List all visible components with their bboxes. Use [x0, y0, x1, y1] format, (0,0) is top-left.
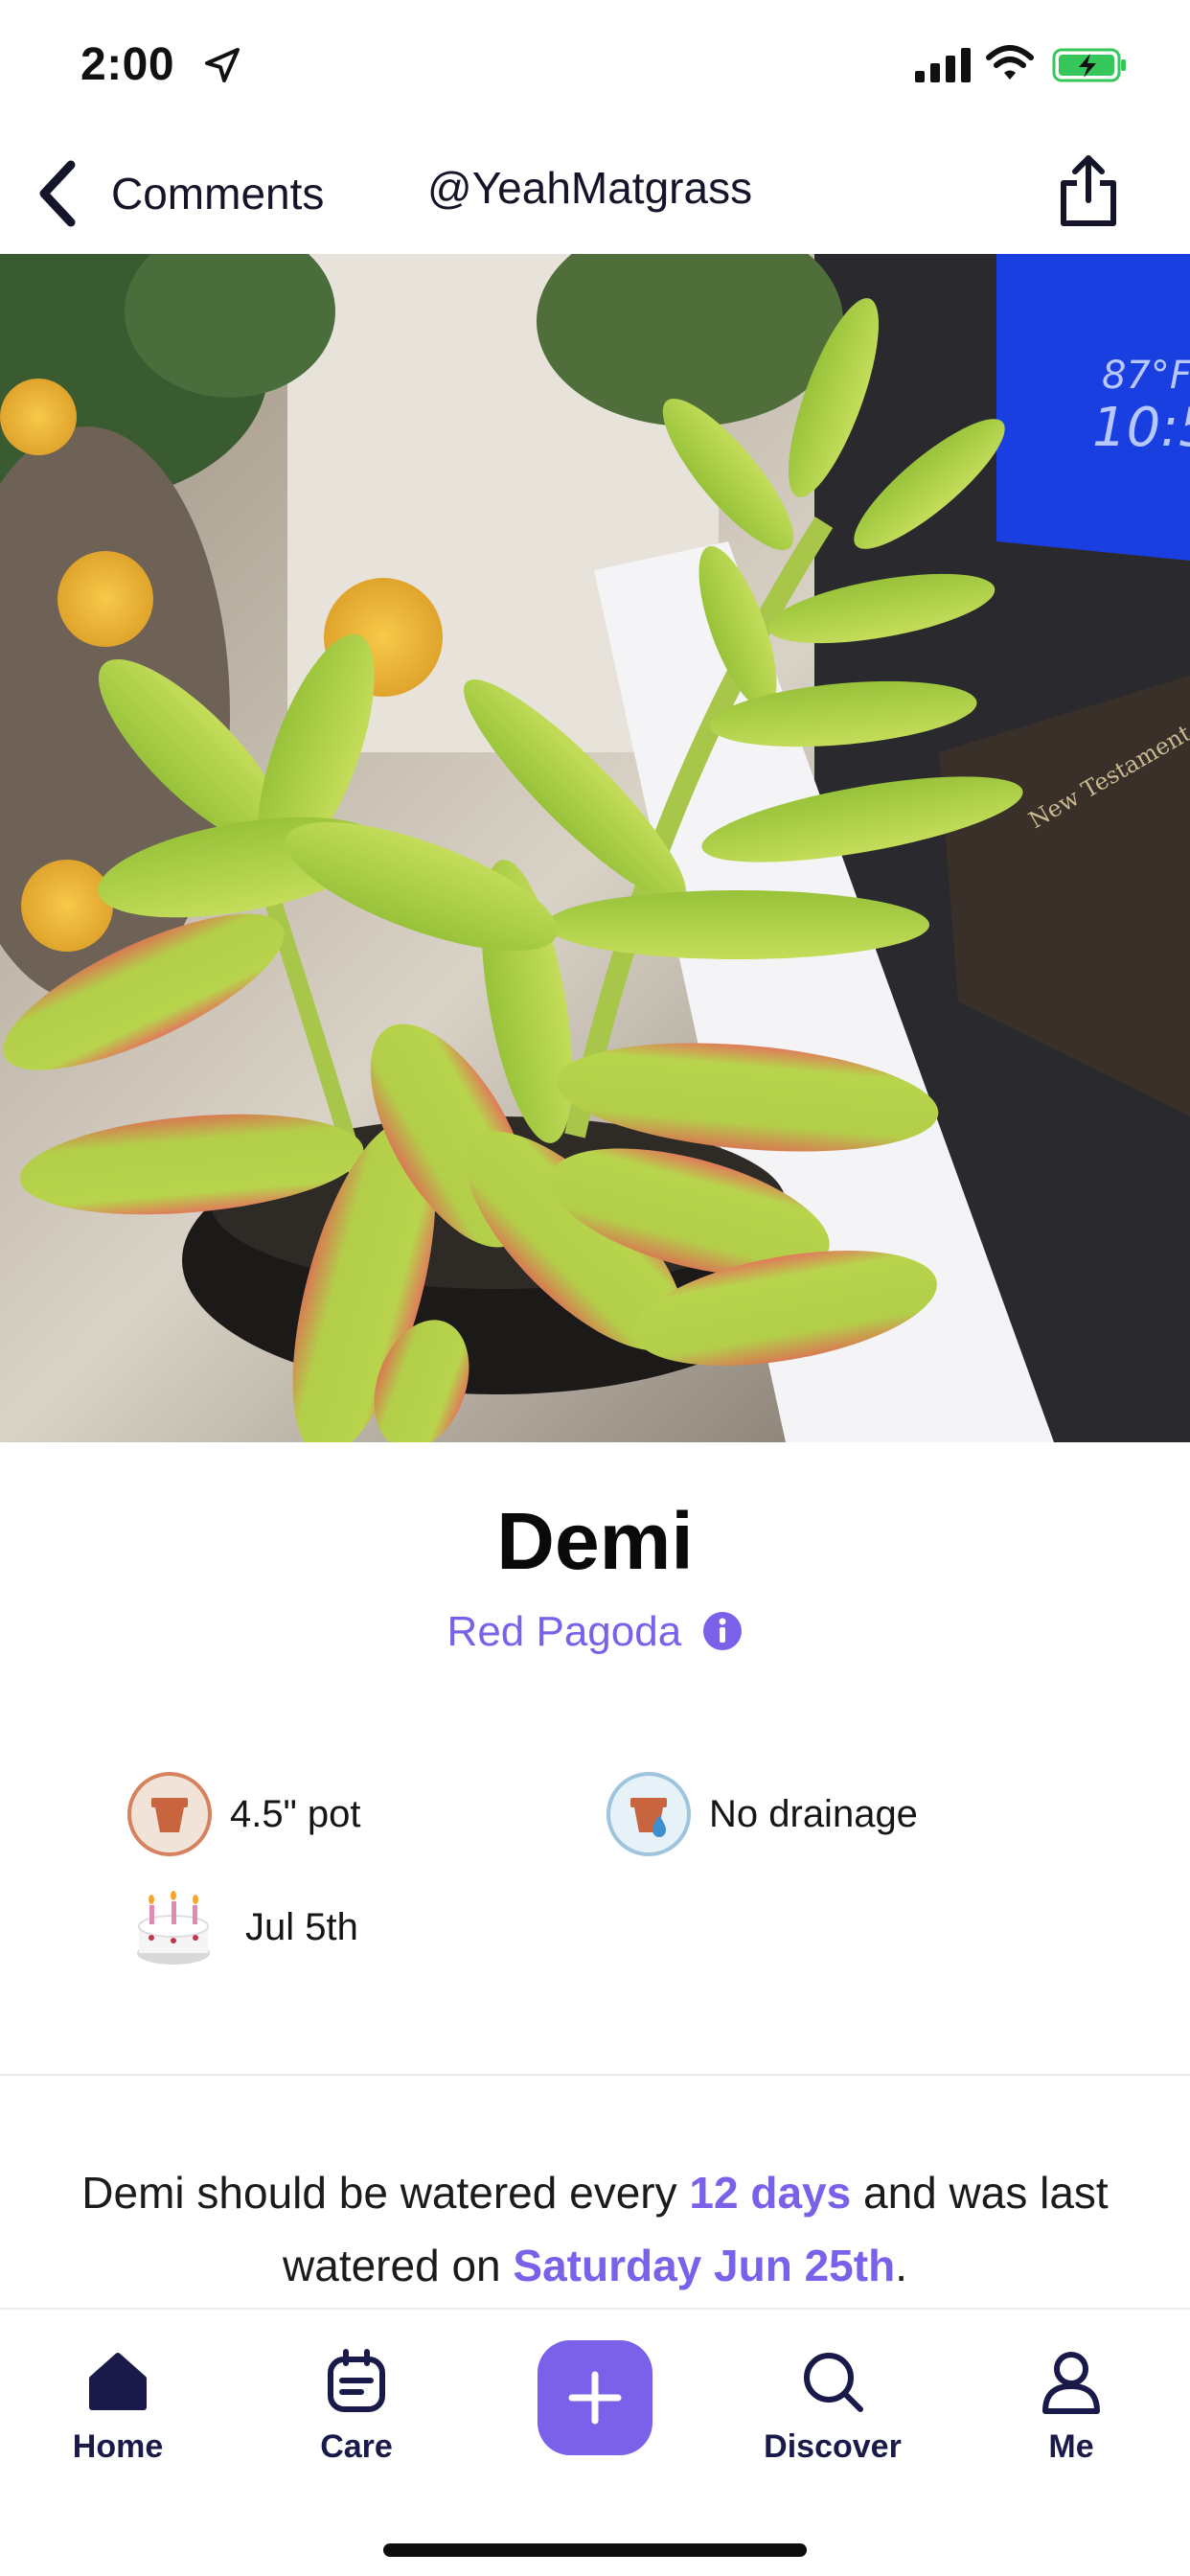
birthday-cake-icon — [137, 1891, 210, 1965]
watering-summary: Demi should be watered every 12 days and… — [57, 2156, 1133, 2302]
drainage-attribute: No drainage — [606, 1771, 918, 1857]
battery-charging-icon — [1052, 48, 1126, 82]
birthday-attribute: Jul 5th — [130, 1884, 358, 1970]
chevron-left-icon — [39, 160, 76, 227]
drainage-label: No drainage — [709, 1792, 918, 1835]
watering-prefix: Demi should be watered every — [81, 2168, 690, 2218]
wifi-icon — [986, 45, 1034, 80]
tab-home-label: Home — [72, 2428, 164, 2465]
tab-me[interactable]: Me — [990, 2348, 1153, 2466]
user-handle[interactable]: @YeahMatgrass — [427, 162, 752, 214]
screen-time-text: 10:5 — [1092, 397, 1190, 459]
pot-icon — [127, 1772, 212, 1856]
tab-bar: Home Care Discover Me — [0, 2308, 1190, 2576]
nav-header: Comments @YeahMatgrass — [0, 129, 1190, 254]
status-bar: 2:00 — [0, 0, 1190, 129]
add-plant-button[interactable] — [538, 2340, 652, 2455]
location-arrow-icon — [205, 48, 240, 82]
screen-temp-text: 87°F — [1102, 354, 1190, 398]
plant-photo-image: 87°F 10:5 New Testament — [0, 254, 1190, 1442]
section-divider — [0, 2074, 1190, 2076]
last-watered-date[interactable]: Saturday Jun 25th — [513, 2241, 895, 2290]
back-button-label: Comments — [111, 169, 325, 218]
species-name: Red Pagoda — [446, 1608, 682, 1655]
pot-size-label: 4.5" pot — [230, 1792, 361, 1835]
status-time: 2:00 — [80, 39, 175, 90]
tab-home[interactable]: Home — [36, 2348, 199, 2466]
cellular-signal-icon — [915, 48, 971, 82]
species-link[interactable]: Red Pagoda — [0, 1608, 1190, 1656]
plus-icon — [568, 2371, 622, 2425]
plant-name: Demi — [496, 1496, 694, 1586]
tab-discover[interactable]: Discover — [751, 2348, 914, 2466]
home-indicator — [383, 2543, 807, 2557]
tab-care-label: Care — [320, 2428, 393, 2465]
home-icon — [89, 2353, 147, 2410]
share-icon[interactable] — [1054, 152, 1123, 229]
back-button[interactable]: Comments — [34, 150, 324, 237]
tab-discover-label: Discover — [764, 2428, 902, 2465]
watering-interval[interactable]: 12 days — [689, 2168, 851, 2218]
no-drainage-icon — [606, 1772, 691, 1856]
care-calendar-icon — [328, 2349, 385, 2412]
tab-me-label: Me — [1048, 2428, 1094, 2465]
watering-suffix: . — [895, 2241, 907, 2290]
search-icon — [804, 2353, 863, 2412]
person-icon — [1042, 2352, 1100, 2414]
birthday-label: Jul 5th — [245, 1905, 358, 1948]
plant-photo[interactable]: 87°F 10:5 New Testament — [0, 254, 1190, 1442]
info-icon[interactable] — [702, 1611, 743, 1651]
pot-size-attribute: 4.5" pot — [126, 1771, 361, 1857]
tab-care[interactable]: Care — [275, 2348, 438, 2466]
